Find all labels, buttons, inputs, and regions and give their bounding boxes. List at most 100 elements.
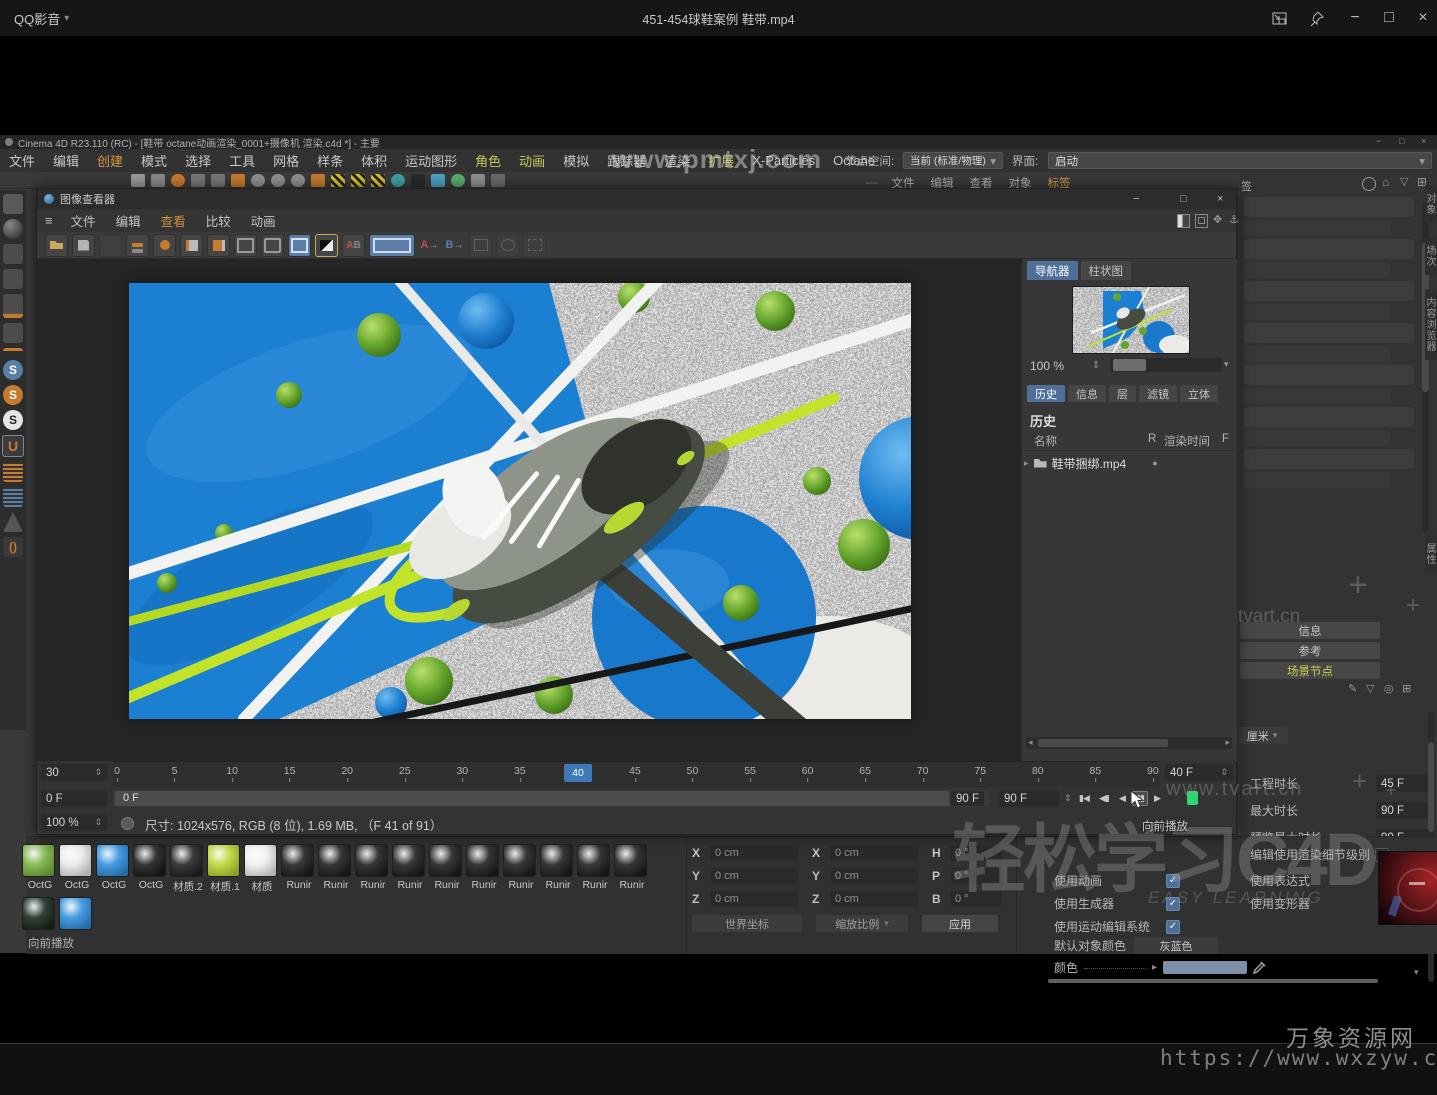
column-name[interactable]: 名称 <box>1034 433 1057 449</box>
c4d-menu-item[interactable]: 运动图形 <box>396 151 466 170</box>
option-checkbox[interactable]: ✓ <box>1166 874 1180 888</box>
swap-ab-icon[interactable] <box>315 234 338 257</box>
node-space-select[interactable]: 当前 (标准/物理) ▾ <box>903 152 1003 169</box>
pv-maximize-button[interactable]: □ <box>1180 193 1187 205</box>
material-item[interactable]: Runir <box>577 844 614 894</box>
material-item[interactable]: Runir <box>429 844 466 894</box>
duration-value-field[interactable]: 90 F <box>1376 802 1432 819</box>
column-r[interactable]: R <box>1148 433 1156 445</box>
c4d-menu-item[interactable]: 样条 <box>308 151 352 170</box>
size-field[interactable]: 0 cm <box>830 868 918 884</box>
open-file-icon[interactable] <box>45 234 68 257</box>
display-icon[interactable] <box>491 174 505 187</box>
option-checkbox[interactable]: ✓ <box>1166 920 1180 934</box>
end-frame-field[interactable]: 40 F ⇕ <box>1165 764 1233 781</box>
material-item[interactable]: OctG <box>22 844 59 894</box>
c4d-maximize-icon[interactable]: □ <box>1399 136 1404 146</box>
c4d-menu-item[interactable]: 选择 <box>176 151 220 170</box>
paste-page-icon[interactable] <box>207 234 230 257</box>
interface-select[interactable]: 启动 ▾ <box>1048 152 1432 169</box>
go-to-start-button[interactable]: ▮◀ <box>1079 793 1089 804</box>
chevron-down-icon[interactable]: ▾ <box>1224 359 1229 370</box>
cone-icon[interactable] <box>411 174 425 187</box>
c4d-menu-item[interactable]: 模拟 <box>554 151 598 170</box>
mini-mode-button[interactable] <box>1262 0 1296 36</box>
grid-blue-icon[interactable] <box>3 487 23 507</box>
scale-mode-select[interactable]: 缩放比例▾ <box>816 915 908 932</box>
filter-icon[interactable]: ▽ <box>1400 175 1408 188</box>
material-item[interactable]: Runir <box>503 844 540 894</box>
edit-icon[interactable]: ✎ <box>1348 682 1357 695</box>
axis-icon[interactable] <box>3 512 23 532</box>
snap-s-blue-icon[interactable]: S <box>3 360 23 380</box>
move-panel-icon[interactable]: ✥ <box>1213 213 1222 226</box>
navigator-thumbnail[interactable] <box>1072 286 1190 354</box>
anchor-panel-icon[interactable]: ⚓ <box>1229 213 1239 226</box>
polygon-mode-icon[interactable] <box>3 323 23 343</box>
pv-minimize-button[interactable]: − <box>1133 193 1139 205</box>
pv-menu-item[interactable]: 文件 <box>61 211 106 230</box>
point-mode-icon[interactable] <box>3 269 23 289</box>
view-zoom-field[interactable]: 100 % ⇕ <box>41 814 107 831</box>
texture-mode-icon[interactable] <box>3 219 23 239</box>
material-item[interactable] <box>22 897 59 930</box>
material-item[interactable]: Runir <box>540 844 577 894</box>
c4d-menu-item[interactable]: 角色 <box>466 151 510 170</box>
minimize-button[interactable]: − <box>1338 0 1372 36</box>
spline-pen-icon[interactable] <box>331 174 345 187</box>
material-item[interactable]: OctG <box>133 844 170 894</box>
nav-zoom-slider[interactable] <box>1110 358 1222 372</box>
material-item[interactable]: OctG <box>96 844 133 894</box>
rotation-field[interactable]: 0 ° <box>950 868 1002 884</box>
camera-icon[interactable] <box>471 174 485 187</box>
snap-s-orange-icon[interactable]: S <box>3 385 23 405</box>
c4d-menu-item[interactable]: 跟踪器 <box>598 151 655 170</box>
grid-orange-icon[interactable] <box>3 462 23 482</box>
attribute-button[interactable]: 场景节点 <box>1240 662 1380 679</box>
c4d-menu-item[interactable]: 体积 <box>352 151 396 170</box>
c4d-menu-item[interactable]: 文件 <box>0 151 44 170</box>
dock-tab[interactable]: 场次 <box>1425 237 1437 275</box>
c4d-menu-item[interactable]: 模式 <box>132 151 176 170</box>
sphere-add-icon[interactable] <box>153 234 176 257</box>
position-field[interactable]: 0 cm <box>710 845 798 861</box>
range-slider[interactable]: 0 F 90 F <box>113 790 989 807</box>
rotation-field[interactable]: 0 ° <box>950 891 1002 907</box>
maximize-button[interactable]: □ <box>1372 0 1406 36</box>
set-b-icon[interactable]: B→ <box>444 235 465 256</box>
play-forward-button[interactable]: ▶ <box>1154 793 1160 804</box>
material-item[interactable]: Runir <box>318 844 355 894</box>
column-f[interactable]: F <box>1222 433 1229 445</box>
pv-menu-item[interactable]: 编辑 <box>106 211 151 230</box>
menu-icon[interactable]: ≡ <box>37 213 61 228</box>
close-button[interactable]: × <box>1406 0 1437 36</box>
option-checkbox[interactable]: ✓ <box>1166 897 1180 911</box>
dock-tab-bottom[interactable]: 属性 <box>1425 535 1437 573</box>
chevron-down-icon[interactable]: ▾ <box>1414 967 1419 978</box>
material-item[interactable]: Runir <box>466 844 503 894</box>
c4d-menu-item[interactable]: 网格 <box>264 151 308 170</box>
attribute-button[interactable]: 信息 <box>1240 622 1380 639</box>
spinner-icon[interactable]: ⇕ <box>1064 793 1072 804</box>
c4d-menu-item[interactable]: 工具 <box>220 151 264 170</box>
material-item[interactable] <box>59 897 96 930</box>
c4d-menu-item[interactable]: 创建 <box>88 151 132 170</box>
options-scrollbar[interactable] <box>1048 979 1378 983</box>
c4d-minimize-icon[interactable]: − <box>1376 136 1381 146</box>
material-item[interactable]: Runir <box>281 844 318 894</box>
duration-value-field[interactable]: 45 F <box>1376 775 1432 792</box>
home-icon[interactable]: ⌂ <box>1382 175 1389 189</box>
pv-menu-item[interactable]: 查看 <box>151 211 196 230</box>
c4d-menu-item[interactable]: 动画 <box>510 151 554 170</box>
app-name[interactable]: QQ影音 ▾ <box>14 0 69 36</box>
material-item[interactable]: Runir <box>614 844 651 894</box>
column-render-time[interactable]: 渲染时间 <box>1164 433 1210 449</box>
sound-toggle-icon[interactable] <box>1187 791 1198 805</box>
pv-menu-item[interactable]: 动画 <box>241 211 286 230</box>
frame-ruler[interactable]: 051015202530354045505560657075808590 40 <box>113 761 1159 789</box>
pv-panel-tab[interactable]: 滤镜 <box>1139 385 1177 402</box>
color-swatch[interactable] <box>1163 961 1247 974</box>
scale-tool-icon[interactable] <box>211 174 225 187</box>
render-icon[interactable] <box>271 174 285 187</box>
material-item[interactable]: Runir <box>392 844 429 894</box>
